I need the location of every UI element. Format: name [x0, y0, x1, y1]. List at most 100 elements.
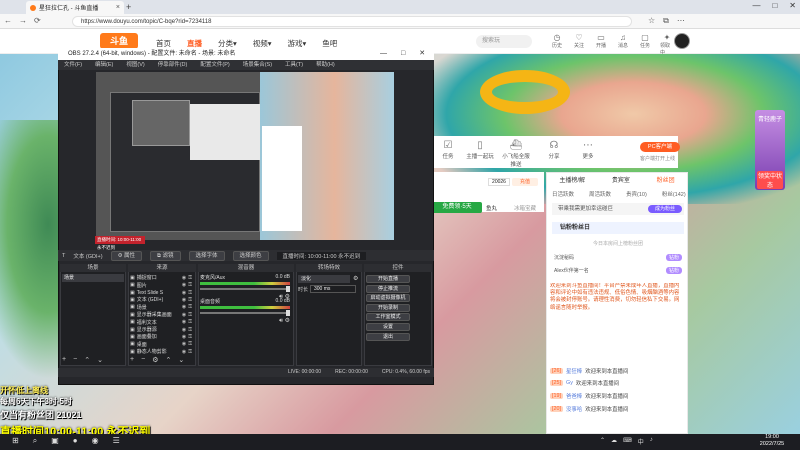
remove-scene-icon[interactable]: −: [73, 356, 77, 364]
room-task-button[interactable]: ☑ 任务: [434, 140, 462, 160]
minimize-icon[interactable]: —: [752, 1, 760, 10]
control-button[interactable]: 工作室模式: [366, 313, 410, 322]
keyboard-icon[interactable]: ⌨: [623, 437, 632, 446]
tab-vip[interactable]: 贵宾室: [612, 175, 630, 184]
visibility-eye-icon[interactable]: ◉: [182, 304, 186, 310]
lock-icon[interactable]: ⚿: [188, 334, 192, 340]
volume-icon[interactable]: ♪: [650, 437, 653, 446]
lock-icon[interactable]: ⚿: [188, 349, 192, 355]
room-ship-button[interactable]: ⛴ 小飞船全服推送: [502, 140, 530, 168]
avatar[interactable]: [674, 33, 690, 49]
obs-menu-scenecollection[interactable]: 场景集合(S): [243, 60, 272, 70]
fan-row[interactable]: 沉淀秘码 钻粉: [554, 252, 682, 263]
lock-icon[interactable]: ⚿: [188, 297, 192, 303]
obs-menu-view[interactable]: 视图(V): [126, 60, 144, 70]
forward-icon[interactable]: →: [19, 16, 27, 25]
lock-icon[interactable]: ⚿: [188, 319, 192, 325]
new-tab-button[interactable]: +: [126, 2, 131, 12]
task-view-icon[interactable]: ▣: [51, 436, 59, 446]
control-button[interactable]: 停止推流: [366, 284, 410, 293]
obs-menu-help[interactable]: 帮助(H): [316, 60, 335, 70]
recharge-button[interactable]: 充值: [512, 178, 538, 186]
visibility-eye-icon[interactable]: ◉: [182, 297, 186, 303]
lock-icon[interactable]: ⚿: [188, 341, 192, 347]
search-icon[interactable]: ⌕: [33, 436, 37, 446]
lock-icon[interactable]: ⚿: [188, 304, 192, 310]
obs-minimize-icon[interactable]: —: [380, 48, 387, 60]
filters-button[interactable]: ⧉ 滤镜: [150, 250, 181, 261]
visibility-eye-icon[interactable]: ◉: [182, 275, 186, 281]
site-search-input[interactable]: 搜索玩: [476, 35, 532, 48]
lock-icon[interactable]: ⚿: [188, 282, 192, 288]
speaker-icon[interactable]: 🔊︎: [279, 318, 283, 324]
obs-icon[interactable]: ◉: [92, 436, 99, 446]
remove-source-icon[interactable]: −: [141, 356, 145, 364]
back-icon[interactable]: ←: [4, 16, 12, 25]
control-button[interactable]: 退出: [366, 332, 410, 341]
close-tab-icon[interactable]: ×: [116, 4, 120, 11]
source-settings-icon[interactable]: ⚙: [152, 356, 158, 364]
reload-icon[interactable]: ⟳: [34, 16, 41, 25]
source-up-icon[interactable]: ⌃: [165, 356, 171, 364]
browser-tab[interactable]: 星狂拉仁孔 - 斗鱼直播 ×: [26, 1, 124, 14]
clock[interactable]: 19:00 2022/7/25: [752, 434, 792, 448]
lock-icon[interactable]: ⚿: [188, 275, 192, 281]
lock-icon[interactable]: ⚿: [188, 327, 192, 333]
volume-slider[interactable]: [200, 310, 290, 316]
obs-maximize-icon[interactable]: □: [401, 48, 405, 60]
scene-item[interactable]: 场景: [62, 274, 124, 282]
properties-button[interactable]: ⚙ 属性: [110, 250, 143, 261]
control-button[interactable]: 设置: [366, 323, 410, 331]
obs-close-icon[interactable]: ✕: [419, 48, 425, 60]
favorite-icon[interactable]: ☆: [648, 16, 655, 26]
fan-row[interactable]: Alex伙伴第一名 钻粉: [554, 265, 682, 276]
app-icon[interactable]: ☰: [113, 436, 120, 446]
subtab-vip[interactable]: 贵宾(10): [626, 190, 647, 198]
tab-fans[interactable]: 粉丝团: [657, 175, 675, 184]
duration-field[interactable]: 300 ms: [310, 285, 356, 293]
history-button[interactable]: ◷ 历史: [550, 33, 564, 56]
obs-title-bar[interactable]: OBS 27.2.4 (64-bit, windows) - 配置文件: 未命名…: [58, 48, 434, 60]
visibility-eye-icon[interactable]: ◉: [182, 334, 186, 340]
gift-amount-field[interactable]: 20026: [488, 178, 510, 186]
control-button[interactable]: 开始直播: [366, 275, 410, 283]
promo-cta[interactable]: 领奖中状态: [757, 171, 783, 189]
obs-menu-file[interactable]: 文件(F): [64, 60, 82, 70]
source-down-icon[interactable]: ⌄: [178, 356, 184, 364]
broadcast-button[interactable]: ▭ 开播: [594, 33, 608, 56]
room-play-button[interactable]: ▯ 主播一起玩: [466, 140, 494, 160]
free-claim-button[interactable]: 免费领·5天: [432, 202, 482, 213]
visibility-eye-icon[interactable]: ◉: [182, 282, 186, 288]
visibility-eye-icon[interactable]: ◉: [182, 319, 186, 325]
scene-up-icon[interactable]: ⌃: [84, 356, 90, 364]
subtab-daily[interactable]: 日活跃数: [552, 190, 574, 198]
maximize-icon[interactable]: □: [772, 1, 777, 10]
obs-menu-profile[interactable]: 配置文件(P): [200, 60, 229, 70]
obs-menu-tools[interactable]: 工具(T): [285, 60, 303, 70]
control-button[interactable]: 开始录制: [366, 303, 410, 312]
message-button[interactable]: ♫ 消息: [616, 33, 630, 56]
start-icon[interactable]: ⊞: [12, 436, 19, 446]
pc-client-button[interactable]: PC客户端: [640, 142, 680, 152]
visibility-eye-icon[interactable]: ◉: [182, 327, 186, 333]
gift-center-button[interactable]: ✦ 领取中: [660, 33, 674, 56]
tray-expand-icon[interactable]: ⌃: [600, 437, 605, 446]
more-icon[interactable]: ⋯: [677, 16, 685, 26]
volume-slider[interactable]: [200, 286, 290, 292]
scene-down-icon[interactable]: ⌄: [97, 356, 103, 364]
visibility-eye-icon[interactable]: ◉: [182, 341, 186, 347]
add-scene-icon[interactable]: +: [62, 356, 66, 364]
visibility-eye-icon[interactable]: ◉: [182, 312, 186, 318]
close-window-icon[interactable]: ✕: [789, 1, 796, 10]
source-item[interactable]: ▣ 静态人物剪影 ◉ ⚿: [130, 348, 192, 356]
visibility-eye-icon[interactable]: ◉: [182, 349, 186, 355]
select-color-button[interactable]: 选择颜色: [232, 250, 269, 261]
text-preview-field[interactable]: 直播时间: 10:00-11:00 永不迟到: [276, 251, 367, 260]
treasure-label[interactable]: 冰箱宝藏: [514, 204, 536, 212]
visibility-eye-icon[interactable]: ◉: [182, 290, 186, 296]
obs-menu-edit[interactable]: 编辑(E): [95, 60, 113, 70]
task-button[interactable]: ▢ 任务: [638, 33, 652, 56]
join-fans-button[interactable]: 成为粉丝: [648, 205, 682, 213]
select-font-button[interactable]: 选择字体: [188, 250, 225, 261]
add-source-icon[interactable]: +: [130, 356, 134, 364]
